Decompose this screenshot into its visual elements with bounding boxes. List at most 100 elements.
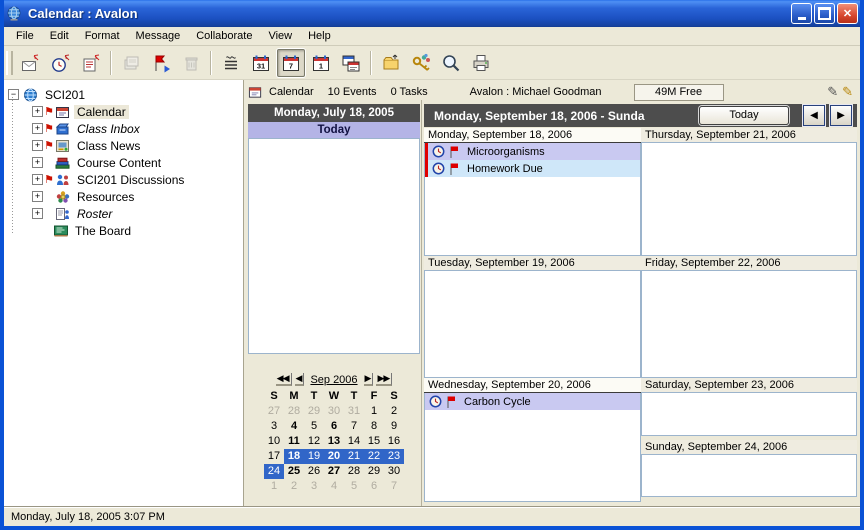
next-year-button[interactable]: ▶▶ xyxy=(376,373,392,386)
expand-icon[interactable]: + xyxy=(32,191,43,202)
mini-calendar-day[interactable]: 23 xyxy=(384,449,404,464)
event-item[interactable]: Carbon Cycle xyxy=(425,393,640,410)
mini-calendar-day[interactable]: 31 xyxy=(344,404,364,419)
panel-splitter[interactable] xyxy=(421,100,422,506)
mini-calendar-day[interactable]: 26 xyxy=(304,464,324,479)
collapse-icon[interactable]: − xyxy=(8,89,19,100)
mini-calendar-day[interactable]: 9 xyxy=(384,419,404,434)
mini-calendar-day[interactable]: 12 xyxy=(304,434,324,449)
mini-calendar-day[interactable]: 8 xyxy=(364,419,384,434)
day-panel-today-band[interactable]: Today xyxy=(248,122,420,138)
menu-help[interactable]: Help xyxy=(300,28,339,44)
week-view-icon[interactable]: 7 xyxy=(277,49,305,77)
tree-item-resources[interactable]: +Resources xyxy=(4,188,243,205)
tree-item-roster[interactable]: +Roster xyxy=(4,205,243,222)
tree-item-sci201-discussions[interactable]: +⚑SCI201 Discussions xyxy=(4,171,243,188)
search-icon[interactable] xyxy=(437,49,465,77)
close-button[interactable]: ✕ xyxy=(837,3,858,24)
event-item[interactable]: Microorganisms xyxy=(428,143,640,160)
day-cell-sun[interactable]: Sunday, September 24, 2006 xyxy=(641,440,857,497)
mini-calendar-day[interactable]: 21 xyxy=(344,449,364,464)
print-icon[interactable] xyxy=(467,49,495,77)
expand-icon[interactable]: + xyxy=(32,208,43,219)
menu-view[interactable]: View xyxy=(260,28,300,44)
mini-calendar-day[interactable]: 3 xyxy=(304,479,324,494)
mini-calendar-day[interactable]: 30 xyxy=(324,404,344,419)
edit-pencil-icon[interactable]: ✎ xyxy=(827,85,838,99)
mini-calendar-day[interactable]: 28 xyxy=(284,404,304,419)
day-cell-sat[interactable]: Saturday, September 23, 2006 xyxy=(641,378,857,436)
mini-calendar-day[interactable]: 7 xyxy=(344,419,364,434)
menu-file[interactable]: File xyxy=(8,28,42,44)
tree-item-class-inbox[interactable]: +⚑Class Inbox xyxy=(4,120,243,137)
day-cell-thu[interactable]: Thursday, September 21, 2006 xyxy=(641,128,857,256)
day-cell-fri[interactable]: Friday, September 22, 2006 xyxy=(641,256,857,378)
mini-calendar-day[interactable]: 28 xyxy=(344,464,364,479)
mini-calendar-day[interactable]: 20 xyxy=(324,449,344,464)
gold-pencil-icon[interactable]: ✎ xyxy=(842,85,853,99)
minimize-button[interactable] xyxy=(791,3,812,24)
new-note-icon[interactable] xyxy=(77,49,105,77)
next-month-button[interactable]: ▶ xyxy=(364,373,374,386)
day-cell-body[interactable] xyxy=(424,271,641,378)
mini-calendar-day[interactable]: 5 xyxy=(344,479,364,494)
new-event-icon[interactable] xyxy=(17,49,45,77)
permissions-icon[interactable] xyxy=(407,49,435,77)
expand-icon[interactable]: + xyxy=(32,123,43,134)
prev-year-button[interactable]: ◀◀ xyxy=(276,373,292,386)
mini-calendar-day[interactable]: 5 xyxy=(304,419,324,434)
day-cell-body[interactable] xyxy=(641,393,857,436)
mini-calendar-day[interactable]: 7 xyxy=(384,479,404,494)
mini-calendar-day[interactable]: 29 xyxy=(364,464,384,479)
list-view-icon[interactable] xyxy=(217,49,245,77)
mini-calendar-day[interactable]: 13 xyxy=(324,434,344,449)
prev-week-button[interactable]: ◀ xyxy=(803,105,825,126)
expand-icon[interactable]: + xyxy=(32,174,43,185)
event-item[interactable]: Homework Due xyxy=(428,160,640,177)
day-cell-body[interactable] xyxy=(641,143,857,256)
mini-calendar-day[interactable]: 27 xyxy=(324,464,344,479)
tree-splitter[interactable] xyxy=(243,80,244,506)
multi-week-view-icon[interactable] xyxy=(337,49,365,77)
mini-calendar-day[interactable]: 19 xyxy=(304,449,324,464)
day-panel-body[interactable] xyxy=(248,138,420,354)
tree-item-calendar[interactable]: +⚑Calendar xyxy=(4,103,243,120)
expand-icon[interactable]: + xyxy=(32,157,43,168)
mini-calendar-day[interactable]: 4 xyxy=(284,419,304,434)
today-button[interactable]: Today xyxy=(699,106,789,125)
mini-calendar-day[interactable]: 27 xyxy=(264,404,284,419)
mini-calendar-day[interactable]: 10 xyxy=(264,434,284,449)
mini-calendar-day[interactable]: 1 xyxy=(264,479,284,494)
mini-calendar-day[interactable]: 1 xyxy=(364,404,384,419)
mini-calendar-day[interactable]: 6 xyxy=(364,479,384,494)
mini-calendar-day[interactable]: 15 xyxy=(364,434,384,449)
menu-format[interactable]: Format xyxy=(77,28,128,44)
next-week-button[interactable]: ▶ xyxy=(830,105,852,126)
toolbar-grip[interactable] xyxy=(6,51,13,75)
mini-calendar-day[interactable]: 2 xyxy=(384,404,404,419)
mini-calendar-day[interactable]: 22 xyxy=(364,449,384,464)
prev-month-button[interactable]: ◀ xyxy=(295,373,305,386)
day-view-icon[interactable]: 1 xyxy=(307,49,335,77)
maximize-button[interactable] xyxy=(814,3,835,24)
menu-message[interactable]: Message xyxy=(128,28,189,44)
flag-icon[interactable] xyxy=(147,49,175,77)
mini-calendar-day[interactable]: 17 xyxy=(264,449,284,464)
day-cell-mon[interactable]: Monday, September 18, 2006Microorganisms… xyxy=(424,128,641,256)
mini-calendar-day[interactable]: 25 xyxy=(284,464,304,479)
day-cell-body[interactable] xyxy=(641,455,857,497)
month-view-icon[interactable]: 31 xyxy=(247,49,275,77)
mini-calendar-day[interactable]: 11 xyxy=(284,434,304,449)
day-cell-body[interactable] xyxy=(641,271,857,378)
expand-icon[interactable]: + xyxy=(32,106,43,117)
menu-collaborate[interactable]: Collaborate xyxy=(188,28,260,44)
tree-item-course-content[interactable]: +Course Content xyxy=(4,154,243,171)
mini-calendar-month[interactable]: Sep 2006 xyxy=(307,374,360,386)
mini-calendar-day[interactable]: 16 xyxy=(384,434,404,449)
day-cell-tue[interactable]: Tuesday, September 19, 2006 xyxy=(424,256,641,378)
mini-calendar-day[interactable]: 4 xyxy=(324,479,344,494)
mini-calendar-day[interactable]: 14 xyxy=(344,434,364,449)
mini-calendar-day[interactable]: 30 xyxy=(384,464,404,479)
day-cell-body[interactable]: MicroorganismsHomework Due xyxy=(424,143,641,256)
expand-icon[interactable]: + xyxy=(32,140,43,151)
